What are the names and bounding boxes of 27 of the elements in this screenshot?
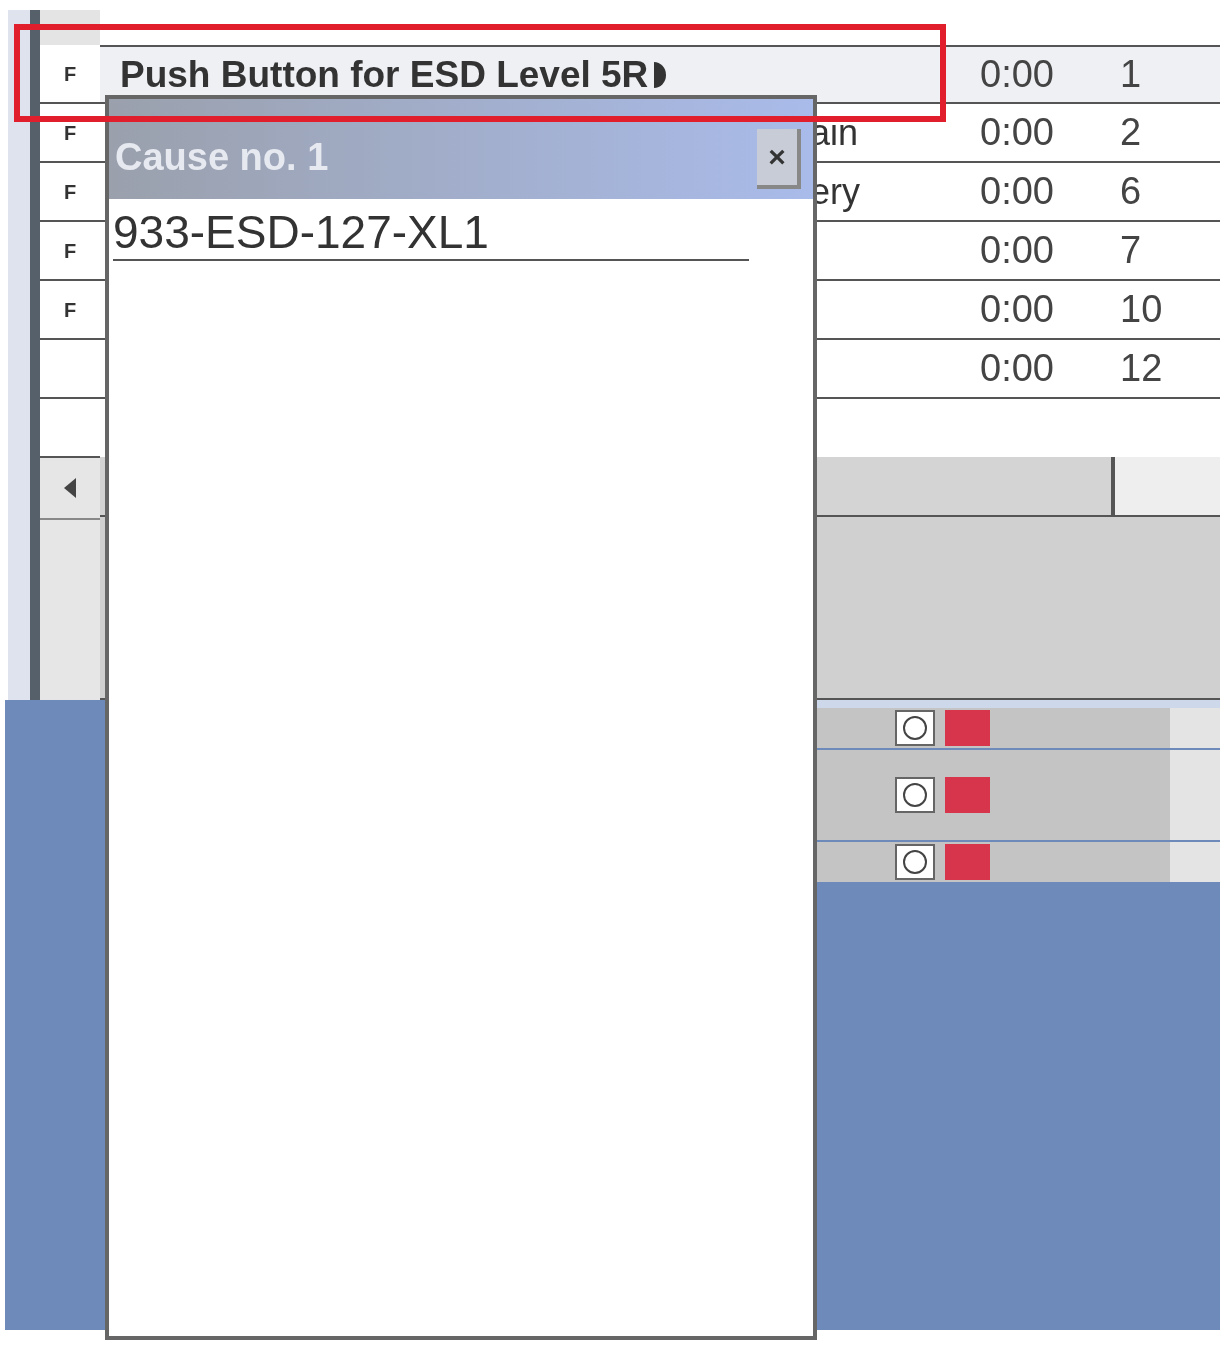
flag-label: F bbox=[63, 297, 77, 323]
time-cell-text: 0:00 bbox=[980, 346, 1055, 391]
number-cell-text: 12 bbox=[1120, 346, 1163, 391]
number-cell-text: 7 bbox=[1120, 228, 1142, 273]
popup-title: Cause no. 1 bbox=[115, 135, 329, 180]
flag-label: F bbox=[63, 61, 77, 87]
flag-label: F bbox=[63, 238, 77, 264]
status-square bbox=[945, 710, 990, 746]
status-square bbox=[945, 844, 990, 880]
left-arrow-icon bbox=[62, 476, 78, 500]
status-square bbox=[945, 777, 990, 813]
time-cell-text: 0:00 bbox=[980, 52, 1055, 97]
number-cell-text: 6 bbox=[1120, 169, 1142, 214]
flag-label: F bbox=[63, 179, 77, 205]
time-cell-text: 0:00 bbox=[980, 110, 1055, 155]
cause-name: Push Button for ESD Level 5R bbox=[120, 52, 649, 97]
row-end-cell bbox=[1170, 708, 1220, 748]
time-cell-text: 0:00 bbox=[980, 169, 1055, 214]
time-cell-text: 0:00 bbox=[980, 287, 1055, 332]
cause-tag-field[interactable]: 933-ESD-127-XL1 bbox=[113, 209, 749, 261]
number-cell-text: 1 bbox=[1120, 52, 1142, 97]
close-button[interactable]: × bbox=[757, 129, 801, 189]
number-cell-text: 2 bbox=[1120, 110, 1142, 155]
time-cell-text: 0:00 bbox=[980, 228, 1055, 273]
number-cell-text: 10 bbox=[1120, 287, 1163, 332]
flag-label: F bbox=[63, 120, 77, 146]
row-end-cell bbox=[1170, 842, 1220, 882]
